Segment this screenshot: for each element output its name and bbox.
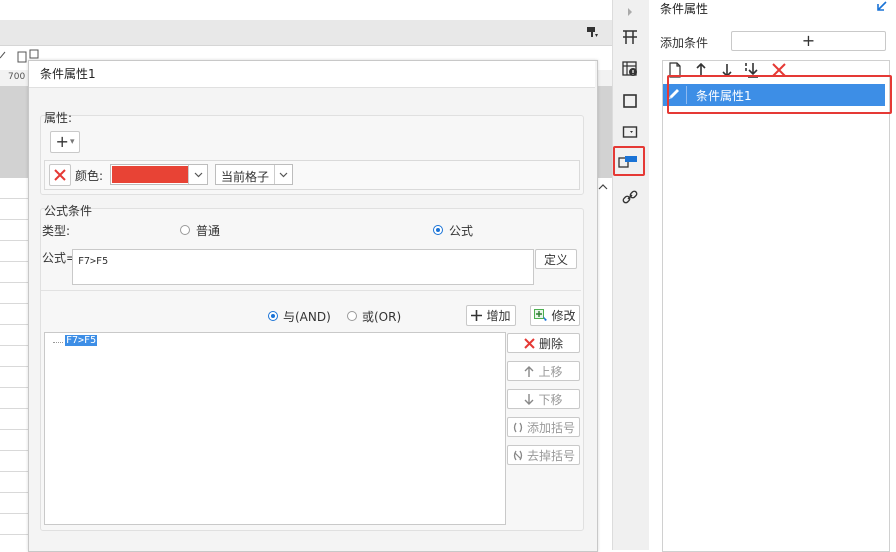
formula-label: 公式=: [42, 251, 77, 265]
add-condition-plus-button[interactable]: +: [731, 31, 886, 51]
dialog-title: 条件属性1: [40, 67, 96, 81]
scroll-up-icon[interactable]: [596, 182, 610, 196]
modify-icon: [534, 309, 548, 321]
scope-select[interactable]: 当前格子: [215, 164, 293, 185]
editor-tab-bar: [0, 20, 612, 46]
panel-title: 条件属性: [660, 2, 709, 16]
and-label: 与(AND): [283, 310, 331, 324]
move-up-label: 上移: [538, 364, 563, 379]
divider: [41, 290, 581, 291]
dialog-title-bar: [29, 61, 595, 88]
tree-branch-line: [53, 342, 63, 343]
remove-bracket-button[interactable]: 去掉括号: [507, 445, 580, 465]
color-label: 颜色:: [75, 169, 104, 183]
cell-element-icon[interactable]: [620, 27, 640, 47]
dropdown-widget-icon[interactable]: [620, 122, 640, 142]
delete-x-icon: [54, 169, 66, 181]
arrow-down-icon: [524, 393, 534, 405]
editor-toolbar: [0, 0, 612, 21]
modify-condition-button[interactable]: 修改: [530, 305, 580, 326]
highlight-frame-strip: [613, 146, 645, 176]
condition-tree[interactable]: F7>F5: [44, 332, 506, 525]
collapse-panel-icon[interactable]: [876, 0, 888, 16]
add-bracket-button[interactable]: 添加括号: [507, 417, 580, 437]
move-down-button[interactable]: 下移: [507, 389, 580, 409]
widget-frame-icon[interactable]: [620, 91, 640, 111]
plus-icon: +: [55, 132, 69, 151]
sheet-grid: [0, 178, 31, 550]
remove-property-button[interactable]: [49, 164, 71, 186]
properties-label: 属性:: [44, 111, 73, 125]
formula-condition-label: 公式条件: [44, 204, 93, 218]
tree-item[interactable]: F7>F5: [65, 335, 98, 346]
chevron-down-icon: [279, 172, 288, 177]
cell-attribute-icon[interactable]: [620, 59, 640, 79]
chevron-down-icon: [194, 172, 202, 177]
ruler-number: 700: [8, 72, 26, 82]
and-radio[interactable]: [268, 311, 278, 321]
or-radio[interactable]: [347, 311, 357, 321]
type-formula-label: 公式: [449, 224, 474, 238]
type-label: 类型:: [42, 224, 71, 238]
plus-icon: +: [801, 31, 816, 50]
or-label: 或(OR): [362, 310, 402, 324]
format-painter-icon[interactable]: [586, 26, 598, 41]
hyperlink-icon[interactable]: [620, 187, 640, 207]
delete-x-icon: [524, 337, 535, 349]
color-swatch: [112, 166, 189, 183]
bracket-icon: [513, 422, 523, 432]
side-icon-strip: [612, 0, 650, 550]
formula-input-value: F7>F5: [78, 256, 109, 267]
chevron-down-icon: ▾: [69, 137, 75, 147]
move-down-label: 下移: [538, 392, 563, 407]
move-up-button[interactable]: 上移: [507, 361, 580, 381]
remove-bracket-label: 去掉括号: [526, 448, 575, 463]
add-condition-label: 增加: [486, 309, 511, 323]
scope-select-value: 当前格子: [221, 170, 270, 184]
delete-label: 删除: [538, 336, 563, 351]
add-condition-button[interactable]: 增加: [466, 305, 516, 326]
color-picker[interactable]: [110, 164, 208, 185]
scope-dropdown-arrow[interactable]: [274, 165, 292, 184]
formula-input[interactable]: F7>F5: [72, 249, 534, 285]
delete-button[interactable]: 删除: [507, 333, 580, 353]
condition-list: [662, 60, 890, 552]
type-normal-label: 普通: [196, 224, 221, 238]
expand-arrow-icon[interactable]: [620, 2, 640, 22]
modify-condition-label: 修改: [551, 309, 576, 323]
type-formula-radio[interactable]: [433, 225, 443, 235]
remove-bracket-icon: [513, 450, 523, 460]
define-button[interactable]: 定义: [535, 249, 577, 269]
color-dropdown-arrow[interactable]: [188, 165, 207, 184]
type-normal-radio[interactable]: [180, 225, 190, 235]
add-property-button[interactable]: + ▾: [50, 131, 80, 153]
highlight-frame-list: [667, 75, 892, 114]
arrow-up-icon: [524, 365, 534, 377]
plus-icon: [471, 310, 483, 321]
add-bracket-label: 添加括号: [526, 420, 575, 435]
add-condition-label: 添加条件: [660, 36, 709, 50]
